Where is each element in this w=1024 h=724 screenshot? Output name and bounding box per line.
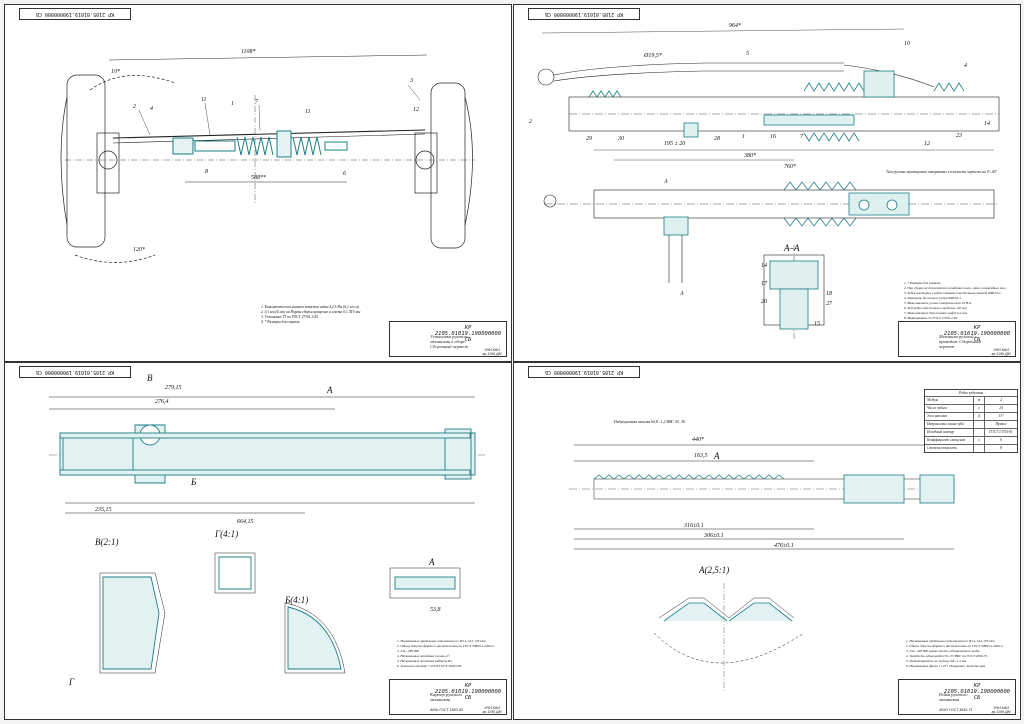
callout: 10 xyxy=(904,41,910,47)
dimension: 195 ± 20 xyxy=(664,141,685,147)
table-row: Степень точности 8 xyxy=(925,444,1017,452)
drawing-collage: КР 2105.01019.190000000 СБ 2 4 11 1 7 11… xyxy=(0,0,1024,724)
table-row: Исходный контур ГОСТ 13755-81 xyxy=(925,428,1017,436)
table-row: Угол наклона β 13° xyxy=(925,412,1017,420)
callout: 14 xyxy=(984,120,990,127)
sheet-rack[interactable]: КР 2105.01019.190000000 СБ А А(2,5:1) 44… xyxy=(513,362,1021,720)
dimension: 1108* xyxy=(241,49,256,55)
title-block[interactable]: КР 2105.01019.190000000 СБ Установка рул… xyxy=(389,321,507,357)
table-row: Число зубьев z 24 xyxy=(925,404,1017,412)
table-row: Модуль m 2 xyxy=(925,396,1017,404)
callout: 18 xyxy=(826,291,832,297)
assembly-drawing: 2 4 11 1 7 11 3 12 8 6 1108* 588** 10* 1… xyxy=(60,49,475,263)
callout: 7 xyxy=(800,134,804,140)
callout: 7 xyxy=(255,99,259,105)
callout: 20 xyxy=(761,299,767,305)
callout: 30 xyxy=(617,136,624,142)
rack-note: Индукционная закалка h0,8...1,2 НВС 50..… xyxy=(613,420,685,425)
callout: 29 xyxy=(586,136,592,142)
callout: 15 xyxy=(814,321,820,327)
view-label: А(2,5:1) xyxy=(698,565,729,575)
technical-notes: 1. Неуказанные предельные отклонения по … xyxy=(906,639,1004,668)
callout: 5 xyxy=(746,51,749,57)
callout: 6 xyxy=(343,171,346,177)
callout: 8 xyxy=(205,169,208,175)
callout: 11 xyxy=(305,109,311,115)
dimension: 53,8 xyxy=(430,607,441,613)
callout: 2 xyxy=(133,104,136,110)
view-label: А xyxy=(428,557,435,567)
view-label: Г(4:1) xyxy=(214,529,238,539)
view-label: А xyxy=(663,179,668,185)
title-block[interactable]: КР 2105.01019.190000000 СБ Рейка рулевог… xyxy=(898,679,1016,715)
dimension: 664,15 xyxy=(237,518,254,525)
dimension: 380* xyxy=(743,153,756,159)
callout: 17 xyxy=(761,281,768,287)
gear-parameters-table: Рейка зубчатая Модуль m 2 Число зубьев z 24 … xyxy=(924,389,1018,453)
view-label: В xyxy=(147,373,153,383)
table-row: Направление линии зуба Правое xyxy=(925,420,1017,428)
callout: 4 xyxy=(150,105,153,112)
callout: 12 xyxy=(413,107,419,113)
view-label: Г xyxy=(68,677,75,687)
callout: 28 xyxy=(714,136,720,142)
dimension: 306±0.1 xyxy=(703,533,724,539)
dimension: 476±0.1 xyxy=(774,542,794,549)
view-label: Б(4:1) xyxy=(284,595,308,605)
technical-notes: 1. Кинематический момент затяжки гайки 4… xyxy=(261,305,361,324)
view-label: А xyxy=(713,451,720,461)
dimension: 279,15 xyxy=(165,385,182,391)
callout: 12 xyxy=(924,141,930,147)
callout: 27 xyxy=(826,301,833,307)
dimension: 440* xyxy=(692,436,704,443)
table-row: Коэффициент смещения x 0 xyxy=(925,436,1017,444)
callout: 11 xyxy=(201,97,207,103)
dimension: 120* xyxy=(133,247,145,253)
view-label: Б xyxy=(190,477,197,487)
dimension: 964* xyxy=(729,22,741,29)
view-label: В(2:1) xyxy=(95,537,119,547)
view-label: А xyxy=(326,385,333,395)
technical-notes: 1. * Размеры для справок. 2. При сборке … xyxy=(904,281,1007,320)
section-label: А–А xyxy=(783,243,800,253)
right-wheel xyxy=(430,82,466,249)
dimension: 235,15 xyxy=(95,507,112,513)
dimension: 760* xyxy=(784,164,796,170)
callout: 1 xyxy=(231,101,234,107)
dimension: 163,5 xyxy=(694,453,708,459)
callout: 1 xyxy=(742,134,745,140)
title-block[interactable]: КР 2105.01019.190000000 СБ Механизм руле… xyxy=(898,321,1016,357)
dimension: 10* xyxy=(111,69,120,75)
dimension: 276,4 xyxy=(155,398,169,405)
title-block[interactable]: КР 2105.01019.190000000 СБ Картер рулево… xyxy=(389,679,507,715)
sheet-mechanism-with-drive[interactable]: КР 2105.01019.190000000 СБ 964* Ø19,5* 5… xyxy=(513,4,1021,362)
view-label: А xyxy=(679,291,684,297)
callout: 23 xyxy=(956,133,962,139)
callout: 2 xyxy=(529,119,532,125)
callout: 16 xyxy=(770,134,776,140)
leader-note: Тяги рулевых трапециевых поворотных в пл… xyxy=(886,170,997,174)
callout: 3 xyxy=(409,78,413,84)
dimension: Ø19,5* xyxy=(643,53,662,59)
sheet-assembly-overview[interactable]: КР 2105.01019.190000000 СБ 2 4 11 1 7 11… xyxy=(4,4,512,362)
callout: 14 xyxy=(761,262,767,269)
dimension: 316±0.1 xyxy=(683,523,704,529)
callout: 4 xyxy=(964,62,967,69)
sheet-housing[interactable]: КР 2105.01019.190000000 СБ В А Б Г В(2:1… xyxy=(4,362,512,720)
technical-notes: 1. Неуказанные предельные отклонения по … xyxy=(397,639,495,668)
dimension: 588** xyxy=(251,175,266,181)
